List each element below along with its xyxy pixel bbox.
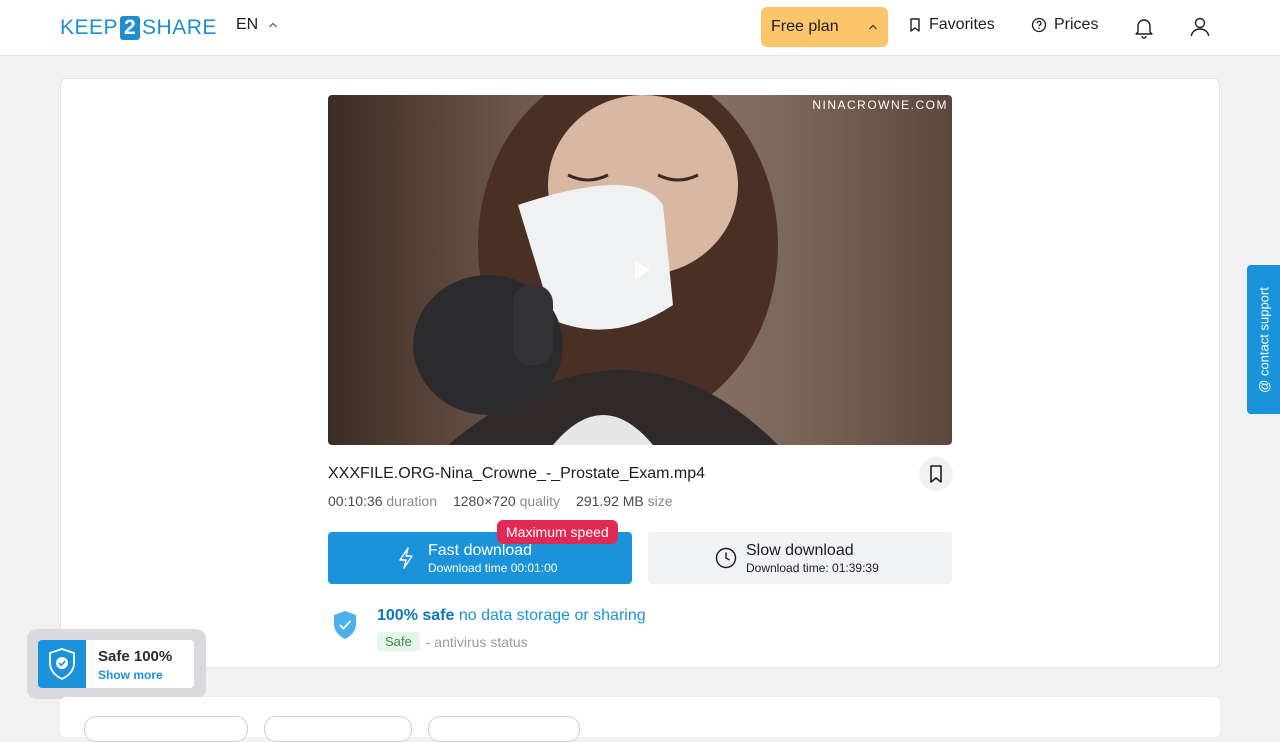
safety-statement: 100% safe no data storage or sharing — [377, 607, 646, 625]
safe-widget-icon-box — [38, 640, 86, 688]
bookmark-icon — [930, 465, 942, 483]
safe-widget-inner: Safe 100% Show more — [38, 640, 194, 688]
size-value: 291.92 MB — [576, 493, 644, 509]
logo-text-share: SHARE — [142, 16, 217, 39]
quality-info: 1280×720 quality — [453, 493, 560, 509]
logo-number: 2 — [120, 16, 141, 40]
chevron-up-icon — [869, 24, 877, 30]
video-preview[interactable]: NINACROWNE.COM — [328, 95, 952, 445]
antivirus-label: - antivirus status — [425, 633, 528, 650]
add-to-favorites-button[interactable] — [919, 457, 953, 491]
safety-strong: 100% safe — [377, 607, 455, 624]
keep2share-logo[interactable]: KEEP 2 SHARE — [60, 15, 217, 41]
language-selector[interactable]: EN — [236, 16, 278, 34]
duration-value: 00:10:36 — [328, 493, 383, 509]
slow-download-button[interactable]: Slow download Download time: 01:39:39 — [648, 532, 952, 584]
fast-download-time: Download time 00:01:00 — [428, 560, 558, 575]
antivirus-badge: Safe — [377, 632, 420, 651]
contact-support-tab[interactable]: @ contact support — [1247, 265, 1280, 414]
play-icon[interactable] — [633, 260, 651, 280]
favorites-link[interactable]: Favorites — [908, 16, 995, 34]
plan-dropdown[interactable]: Free plan — [761, 7, 888, 47]
duration-label: duration — [386, 493, 437, 509]
top-header: KEEP 2 SHARE EN Free plan Favorites Pric… — [0, 0, 1280, 56]
shield-check-icon — [49, 648, 75, 680]
lightning-icon — [399, 547, 413, 569]
file-name: XXXFILE.ORG-Nina_Crowne_-_Prostate_Exam.… — [328, 465, 706, 482]
safe-widget-show-more[interactable]: Show more — [98, 668, 163, 682]
video-watermark: NINACROWNE.COM — [812, 98, 948, 112]
size-label: size — [647, 493, 673, 509]
safety-light: no data storage or sharing — [458, 607, 646, 624]
quality-label: quality — [519, 493, 561, 509]
shield-check-icon — [334, 611, 356, 639]
size-info: 291.92 MB size — [576, 493, 673, 509]
quality-value: 1280×720 — [452, 493, 516, 509]
slow-download-title: Slow download — [746, 541, 854, 559]
maximum-speed-badge: Maximum speed — [497, 520, 618, 544]
logo-text-keep: KEEP — [60, 16, 119, 39]
bookmark-icon — [910, 18, 920, 32]
duration-info: 00:10:36 duration — [328, 493, 437, 509]
language-label: EN — [236, 16, 259, 33]
chevron-up-icon — [269, 22, 278, 28]
slow-download-time: Download time: 01:39:39 — [746, 560, 879, 575]
prices-link[interactable]: Prices — [1031, 16, 1098, 34]
safe-widget-title: Safe 100% — [98, 648, 173, 665]
fast-download-title: Fast download — [428, 541, 533, 559]
bell-icon[interactable] — [1133, 15, 1155, 39]
file-meta: 00:10:36 duration 1280×720 quality 291.9… — [328, 493, 673, 509]
contact-support-label: @ contact support — [1256, 286, 1271, 393]
favorites-label: Favorites — [929, 16, 995, 33]
clock-icon — [715, 547, 737, 569]
antivirus-status: Safe - antivirus status — [377, 632, 528, 651]
plan-label: Free plan — [771, 18, 839, 35]
prices-label: Prices — [1054, 16, 1099, 33]
safe-widget[interactable]: Safe 100% Show more — [27, 629, 206, 699]
user-icon[interactable] — [1189, 15, 1211, 39]
question-circle-icon — [1031, 17, 1047, 33]
